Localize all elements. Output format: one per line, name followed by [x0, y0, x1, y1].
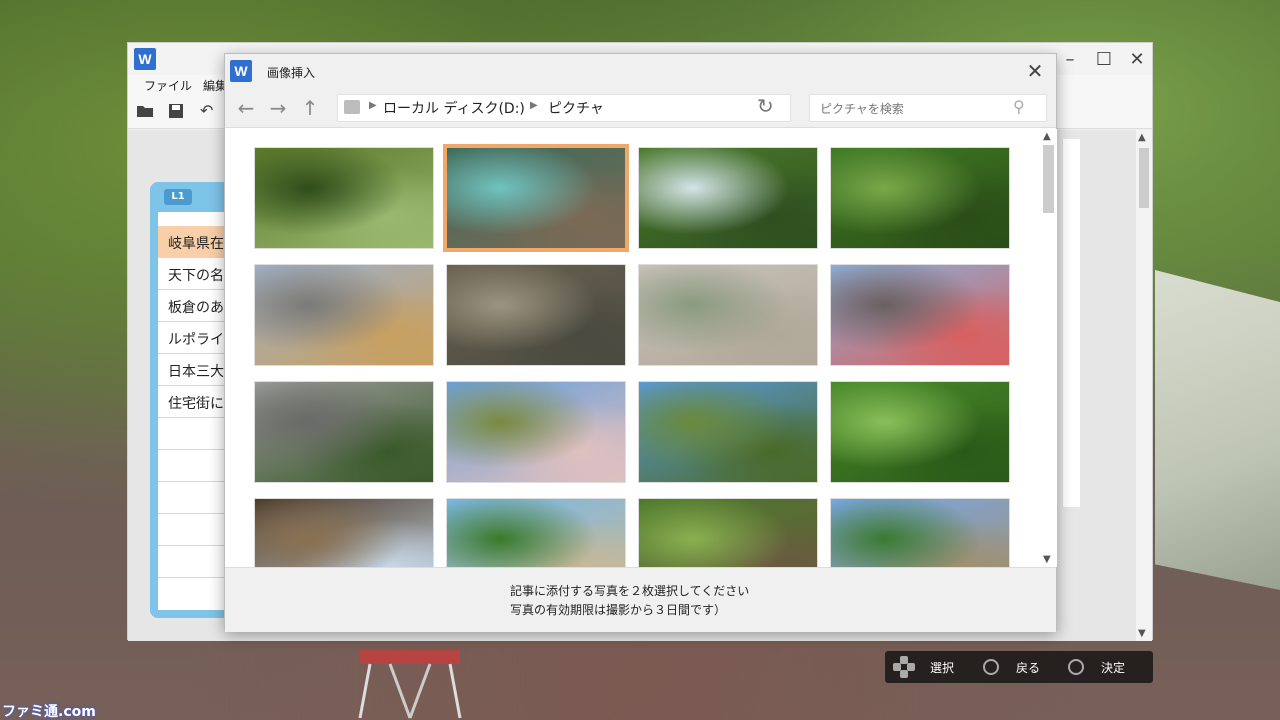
save-icon[interactable] [168, 103, 184, 123]
thumbnail-grid [225, 129, 1040, 567]
thumbnail-mountain-village[interactable] [446, 498, 626, 567]
thumbnail-dragon-statue[interactable] [254, 381, 434, 483]
thumbnail-waterfall-cliff[interactable] [638, 147, 818, 249]
close-icon[interactable]: ✕ [1127, 49, 1147, 70]
minimize-icon[interactable]: – [1060, 49, 1080, 70]
close-icon[interactable]: ✕ [1022, 58, 1048, 84]
hint-select-label: 選択 [930, 661, 955, 675]
scroll-thumb[interactable] [1043, 145, 1054, 213]
thumbnail-tree-meadow[interactable] [830, 381, 1010, 483]
thumbnail-thatched-village[interactable] [638, 498, 818, 567]
menu-file[interactable]: ファイル [144, 77, 192, 94]
folder-open-icon[interactable] [136, 103, 154, 123]
footer-instruction: 記事に添付する写真を２枚選択してください [510, 584, 750, 598]
hint-back-label: 戻る [1016, 661, 1041, 675]
chevron-right-icon: ▶ [530, 100, 538, 111]
refresh-icon[interactable]: ↻ [757, 94, 774, 118]
undo-icon[interactable]: ↶ [200, 101, 213, 120]
thumbnail-forest-stream[interactable] [254, 147, 434, 249]
app-logo-icon: W [230, 60, 252, 82]
thumbnail-girl-hillside[interactable] [638, 381, 818, 483]
scroll-thumb[interactable] [1139, 148, 1149, 208]
cross-button-icon [983, 659, 999, 675]
thumbnail-forest-path[interactable] [830, 147, 1010, 249]
dialog-titlebar [225, 54, 1056, 88]
app-logo-icon: W [134, 48, 156, 70]
thumbnail-town-gate[interactable] [830, 264, 1010, 366]
scroll-up-icon[interactable]: ▲ [1138, 132, 1146, 143]
breadcrumb-pictures[interactable]: ピクチャ [548, 98, 604, 118]
chevron-right-icon: ▶ [369, 100, 377, 111]
insert-image-dialog: W 画像挿入 ✕ ← → ↑ ▶ ローカル ディスク(D:) ▶ ピクチャ ↻ … [224, 53, 1057, 632]
document-page-edge [1062, 139, 1080, 507]
arrow-right-icon[interactable]: → [266, 96, 290, 120]
arrow-up-icon[interactable]: ↑ [298, 96, 322, 120]
maximize-icon[interactable]: ☐ [1094, 49, 1114, 70]
thumbnail-stone-steps[interactable] [446, 264, 626, 366]
dialog-scrollbar[interactable]: ▲ ▼ [1040, 129, 1057, 567]
scroll-down-icon[interactable]: ▼ [1138, 628, 1146, 639]
thumbnail-stone-lantern[interactable] [638, 264, 818, 366]
search-icon[interactable]: ⚲ [1013, 97, 1025, 116]
hint-confirm-label: 決定 [1101, 661, 1126, 675]
watermark-logo: ファミ通.com [2, 704, 96, 720]
thumbnail-waterfall-pool[interactable] [443, 144, 629, 252]
search-input[interactable] [820, 99, 1010, 119]
thumbnail-mountain-town[interactable] [830, 498, 1010, 567]
thumbnail-girl-shrine[interactable] [446, 381, 626, 483]
dialog-footer [225, 567, 1056, 632]
scroll-down-icon[interactable]: ▼ [1043, 554, 1051, 565]
thumbnail-street-road[interactable] [254, 264, 434, 366]
breadcrumb-drive[interactable]: ローカル ディスク(D:) [383, 98, 525, 118]
circle-button-icon [1068, 659, 1084, 675]
campfire-grill [358, 650, 462, 719]
scroll-up-icon[interactable]: ▲ [1043, 131, 1051, 142]
search-box [809, 94, 1047, 122]
dialog-title: 画像挿入 [267, 66, 316, 80]
editor-scrollbar[interactable]: ▲ ▼ [1136, 130, 1152, 641]
thumbnail-wooden-house[interactable] [254, 498, 434, 567]
tent-background [1155, 270, 1280, 590]
controller-hints: 選択 戻る 決定 [885, 651, 1153, 683]
footer-note: 写真の有効期限は撮影から３日間です） [510, 603, 727, 617]
arrow-left-icon[interactable]: ← [234, 96, 258, 120]
l1-tab[interactable]: L1 [164, 189, 192, 205]
dpad-icon [893, 656, 915, 678]
drive-icon [344, 100, 360, 114]
